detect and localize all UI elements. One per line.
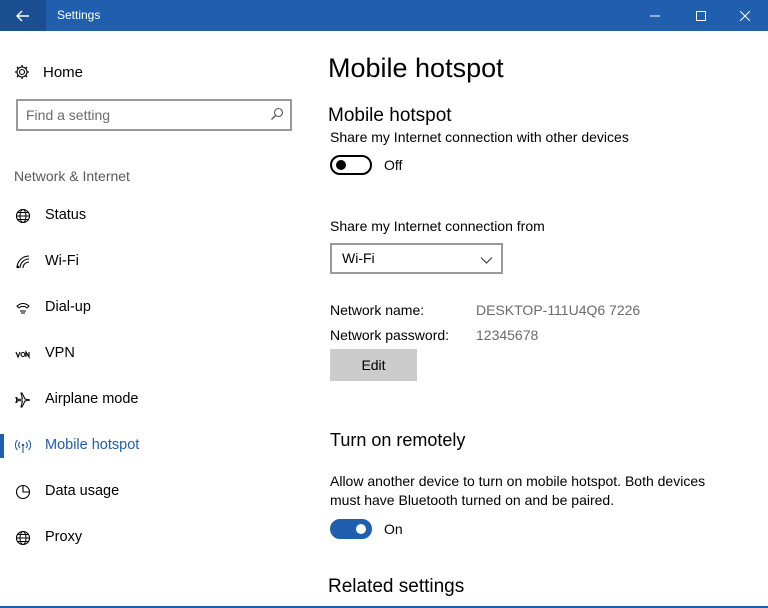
main-content: Mobile hotspot Mobile hotspot Share my I… [305, 31, 768, 608]
remote-description-line2: must have Bluetooth turned on and be pai… [330, 492, 615, 508]
sidebar-item-mobile-hotspot[interactable]: Mobile hotspot [0, 428, 305, 464]
remote-toggle[interactable] [330, 519, 372, 539]
close-button[interactable] [722, 0, 768, 31]
search-input[interactable] [26, 105, 256, 125]
maximize-button[interactable] [678, 0, 724, 31]
vpn-icon [14, 345, 32, 363]
search-box[interactable] [16, 99, 292, 131]
hotspot-description: Share my Internet connection with other … [330, 129, 629, 145]
remote-heading: Turn on remotely [330, 430, 466, 450]
toggle-knob [336, 160, 346, 170]
remote-toggle-state: On [384, 521, 403, 537]
data-usage-icon [14, 483, 32, 501]
active-indicator [0, 434, 4, 458]
sidebar-item-label: Airplane mode [45, 391, 139, 407]
back-button[interactable] [0, 0, 46, 31]
window-title: Settings [57, 8, 101, 22]
sidebar-item-label: Status [45, 207, 87, 223]
title-bar: Settings [0, 0, 768, 31]
remote-description-line1: Allow another device to turn on mobile h… [330, 473, 706, 489]
share-from-dropdown[interactable]: Wi-Fi [330, 243, 503, 274]
related-settings-heading: Related settings [328, 576, 465, 597]
sidebar-item-status[interactable]: Status [0, 198, 305, 234]
sidebar-item-proxy[interactable]: Proxy [0, 520, 305, 556]
sidebar-item-label: Mobile hotspot [45, 437, 140, 453]
home-label: Home [43, 63, 84, 81]
edit-button[interactable]: Edit [330, 349, 417, 381]
sidebar-item-label: VPN [45, 345, 75, 361]
globe-icon [14, 207, 32, 225]
dialup-icon [14, 299, 32, 317]
sidebar-item-label: Dial-up [45, 299, 91, 315]
page-title: Mobile hotspot [328, 53, 504, 83]
hotspot-toggle-state: Off [384, 157, 403, 173]
sidebar: Home Network & Internet Status Wi-Fi Dia… [0, 31, 305, 608]
toggle-knob [356, 524, 366, 534]
sidebar-item-airplane-mode[interactable]: Airplane mode [0, 382, 305, 418]
maximize-icon [696, 10, 706, 21]
minimize-button[interactable] [632, 0, 678, 31]
back-arrow-icon [16, 10, 29, 21]
share-from-label: Share my Internet connection from [330, 218, 545, 234]
home-link[interactable]: Home [14, 61, 83, 83]
sidebar-item-wifi[interactable]: Wi-Fi [0, 244, 305, 280]
network-password-value: 12345678 [476, 327, 539, 343]
section-label: Network & Internet [14, 168, 130, 184]
sidebar-item-vpn[interactable]: VPN [0, 336, 305, 372]
hotspot-icon [14, 437, 32, 455]
chevron-down-icon [480, 252, 493, 270]
sidebar-item-dial-up[interactable]: Dial-up [0, 290, 305, 326]
minimize-icon [650, 15, 660, 16]
hotspot-toggle[interactable] [330, 155, 372, 175]
network-name-label: Network name: [330, 302, 425, 318]
network-password-label: Network password: [330, 327, 450, 343]
gear-icon [15, 65, 29, 79]
wifi-icon [14, 253, 32, 271]
close-icon [740, 10, 750, 21]
globe-icon [14, 529, 32, 547]
sidebar-item-label: Data usage [45, 483, 120, 499]
sidebar-item-data-usage[interactable]: Data usage [0, 474, 305, 510]
sidebar-item-label: Wi-Fi [45, 253, 79, 269]
search-icon[interactable] [270, 107, 284, 126]
airplane-icon [14, 391, 32, 409]
sidebar-item-label: Proxy [45, 529, 83, 545]
hotspot-heading: Mobile hotspot [328, 105, 452, 126]
share-from-value: Wi-Fi [342, 250, 375, 266]
network-name-value: DESKTOP-111U4Q6 7226 [476, 302, 641, 318]
